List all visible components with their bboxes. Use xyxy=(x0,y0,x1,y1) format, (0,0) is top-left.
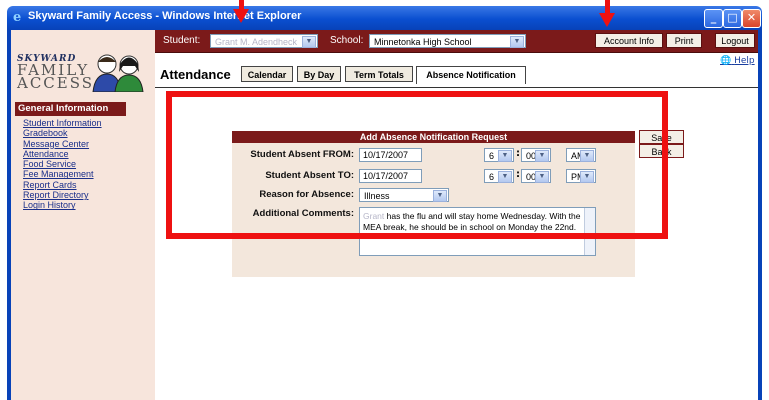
school-label: School: xyxy=(330,35,364,46)
minimize-button[interactable]: _ xyxy=(704,9,723,28)
school-select-value: Minnetonka High School xyxy=(374,37,472,47)
sidebar-item-message-center[interactable]: Message Center xyxy=(23,139,102,149)
sidebar-item-login-history[interactable]: Login History xyxy=(23,200,102,210)
close-button[interactable]: ✕ xyxy=(742,9,761,28)
logo-access: ACCESS xyxy=(17,74,95,92)
annotation-arrow-account-shaft xyxy=(605,0,610,14)
sidebar-item-report-directory[interactable]: Report Directory xyxy=(23,190,102,200)
sidebar-item-fee-management[interactable]: Fee Management xyxy=(23,169,102,179)
logout-button[interactable]: Logout xyxy=(715,33,755,48)
school-select[interactable]: Minnetonka High School ▼ xyxy=(369,34,526,48)
sidebar-item-gradebook[interactable]: Gradebook xyxy=(23,128,102,138)
chevron-down-icon: ▼ xyxy=(302,36,316,48)
sidebar-heading[interactable]: General Information xyxy=(15,102,126,116)
student-top-bar: Student: Grant M. Adendheck ▼ School: Mi… xyxy=(155,30,758,53)
tab-absence-notification[interactable]: Absence Notification xyxy=(416,66,526,84)
family-logo-icon xyxy=(92,54,144,92)
print-button[interactable]: Print xyxy=(666,33,702,48)
annotation-arrow-account xyxy=(599,13,615,27)
sidebar-item-food-service[interactable]: Food Service xyxy=(23,159,102,169)
student-select-value: Grant M. Adendheck xyxy=(215,37,298,47)
page-title: Attendance xyxy=(160,67,231,82)
family-access-logo: SKYWARD FAMILY ACCESS xyxy=(17,54,95,92)
student-label: Student: xyxy=(163,35,201,46)
tab-calendar[interactable]: Calendar xyxy=(241,66,293,82)
sidebar: SKYWARD FAMILY ACCESS General Informatio… xyxy=(11,30,155,400)
sidebar-item-report-cards[interactable]: Report Cards xyxy=(23,180,102,190)
sidebar-links: Student Information Gradebook Message Ce… xyxy=(23,118,102,211)
annotation-highlight-box xyxy=(166,91,668,239)
browser-title-bar: e Skyward Family Access - Windows Intern… xyxy=(7,6,762,30)
window-title: Skyward Family Access - Windows Internet… xyxy=(28,10,302,22)
account-info-button[interactable]: Account Info xyxy=(595,33,663,48)
sidebar-item-student-information[interactable]: Student Information xyxy=(23,118,102,128)
annotation-arrow-student xyxy=(233,9,249,23)
maximize-button[interactable]: □ xyxy=(723,9,742,28)
sidebar-item-attendance[interactable]: Attendance xyxy=(23,149,102,159)
student-select[interactable]: Grant M. Adendheck ▼ xyxy=(210,34,318,48)
help-icon: 🌐 xyxy=(720,56,732,66)
help-link[interactable]: 🌐 Help xyxy=(720,56,755,66)
tab-divider xyxy=(155,87,758,88)
ie-icon: e xyxy=(13,10,22,25)
tab-by-day[interactable]: By Day xyxy=(297,66,341,82)
help-label: Help xyxy=(734,56,755,66)
chevron-down-icon: ▼ xyxy=(510,36,524,48)
tab-term-totals[interactable]: Term Totals xyxy=(345,66,413,82)
